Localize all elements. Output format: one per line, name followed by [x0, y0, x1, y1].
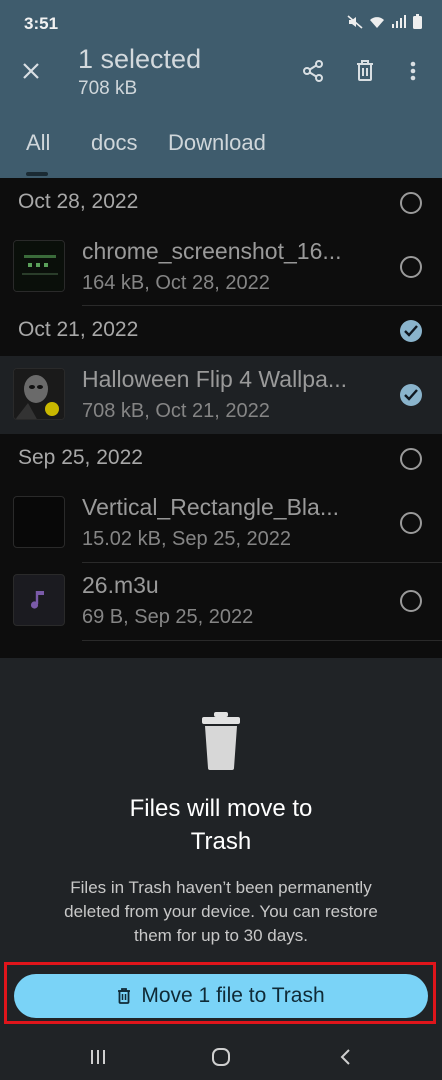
trash-icon: [118, 988, 131, 1004]
signal-icon: [391, 14, 407, 34]
status-bar: 3:51: [0, 0, 442, 44]
file-meta: 708 kB, Oct 21, 2022: [82, 400, 270, 422]
check-icon: [404, 389, 418, 401]
battery-icon: [413, 14, 422, 34]
app-bar: 3:51 1 selected 708 kB All docs Download: [0, 0, 442, 178]
list-item[interactable]: chrome_screenshot_16... 164 kB, Oct 28, …: [0, 228, 442, 306]
selection-header: 1 selected 708 kB: [0, 44, 442, 108]
wifi-icon: [369, 15, 385, 34]
file-list: Oct 28, 2022 chrome_screenshot_16... 164…: [0, 178, 442, 658]
file-name: chrome_screenshot_16...: [82, 238, 342, 264]
category-tabs: All docs Download: [0, 120, 442, 178]
divider: [82, 640, 442, 641]
group-select-radio[interactable]: [400, 192, 422, 214]
selection-size: 708 kB: [78, 78, 138, 99]
status-time: 3:51: [24, 14, 59, 33]
list-item[interactable]: Vertical_Rectangle_Bla... 15.02 kB, Sep …: [0, 484, 442, 562]
wallpaper-thumbnail-icon: [14, 369, 64, 419]
file-meta: 69 B, Sep 25, 2022: [82, 606, 254, 628]
file-name: Halloween Flip 4 Wallpa...: [82, 366, 348, 392]
tab-docs[interactable]: docs: [91, 130, 137, 156]
file-name: 26.m3u: [82, 572, 159, 598]
file-thumbnail: [13, 496, 65, 548]
more-options-button[interactable]: [398, 56, 428, 86]
file-thumbnail: [13, 240, 65, 292]
list-item[interactable]: 26.m3u 69 B, Sep 25, 2022: [0, 562, 442, 640]
more-vert-icon: [410, 61, 416, 81]
sheet-description: Files in Trash haven’t been permanently …: [30, 876, 412, 948]
mute-icon: [347, 14, 363, 34]
sheet-description-line: Files in Trash haven’t been permanently: [70, 878, 372, 897]
home-button[interactable]: [206, 1044, 236, 1070]
trash-icon: [357, 60, 373, 81]
file-thumbnail: [13, 368, 65, 420]
date-label: Sep 25, 2022: [18, 446, 143, 469]
date-header[interactable]: Oct 21, 2022: [0, 306, 442, 356]
sheet-title-line: Files will move to: [129, 795, 313, 822]
recents-button[interactable]: [83, 1044, 113, 1070]
check-icon: [404, 325, 418, 337]
tab-download[interactable]: Download: [168, 130, 266, 156]
sheet-title: Files will move to Trash: [0, 792, 442, 858]
file-selected-check[interactable]: [400, 384, 422, 406]
file-meta: 15.02 kB, Sep 25, 2022: [82, 528, 292, 550]
trash-can-icon: [202, 712, 240, 770]
sheet-description-line: deleted from your device. You can restor…: [64, 902, 378, 921]
sheet-title-line: Trash: [190, 828, 252, 855]
active-tab-indicator: [26, 172, 48, 176]
group-selected-check[interactable]: [400, 320, 422, 342]
file-select-radio[interactable]: [400, 512, 422, 534]
move-to-trash-button[interactable]: Move 1 file to Trash: [14, 974, 428, 1018]
back-icon: [340, 1049, 350, 1065]
date-label: Oct 28, 2022: [18, 190, 139, 213]
list-item-selected[interactable]: Halloween Flip 4 Wallpa... 708 kB, Oct 2…: [0, 356, 442, 434]
file-name: Vertical_Rectangle_Bla...: [82, 494, 339, 520]
recents-icon: [91, 1050, 105, 1064]
file-select-radio[interactable]: [400, 256, 422, 278]
group-select-radio[interactable]: [400, 448, 422, 470]
share-icon: [303, 60, 323, 82]
move-to-trash-label: Move 1 file to Trash: [141, 984, 325, 1007]
close-button[interactable]: [16, 56, 46, 86]
delete-button[interactable]: [350, 56, 380, 86]
close-icon: [23, 63, 39, 79]
sheet-description-line: them for up to 30 days.: [134, 926, 308, 945]
music-note-icon: [30, 591, 44, 609]
home-icon: [212, 1048, 230, 1066]
file-select-radio[interactable]: [400, 590, 422, 612]
tab-all[interactable]: All: [26, 130, 50, 156]
date-header[interactable]: Sep 25, 2022: [0, 434, 442, 484]
system-nav-bar: [0, 1036, 442, 1080]
date-label: Oct 21, 2022: [18, 318, 139, 341]
selection-title: 1 selected: [78, 44, 202, 74]
file-meta: 164 kB, Oct 28, 2022: [82, 272, 270, 294]
file-thumbnail: [13, 574, 65, 626]
back-button[interactable]: [331, 1044, 361, 1070]
date-header[interactable]: Oct 28, 2022: [0, 178, 442, 228]
screenshot-thumbnail-icon: [14, 241, 64, 291]
share-button[interactable]: [298, 56, 328, 86]
